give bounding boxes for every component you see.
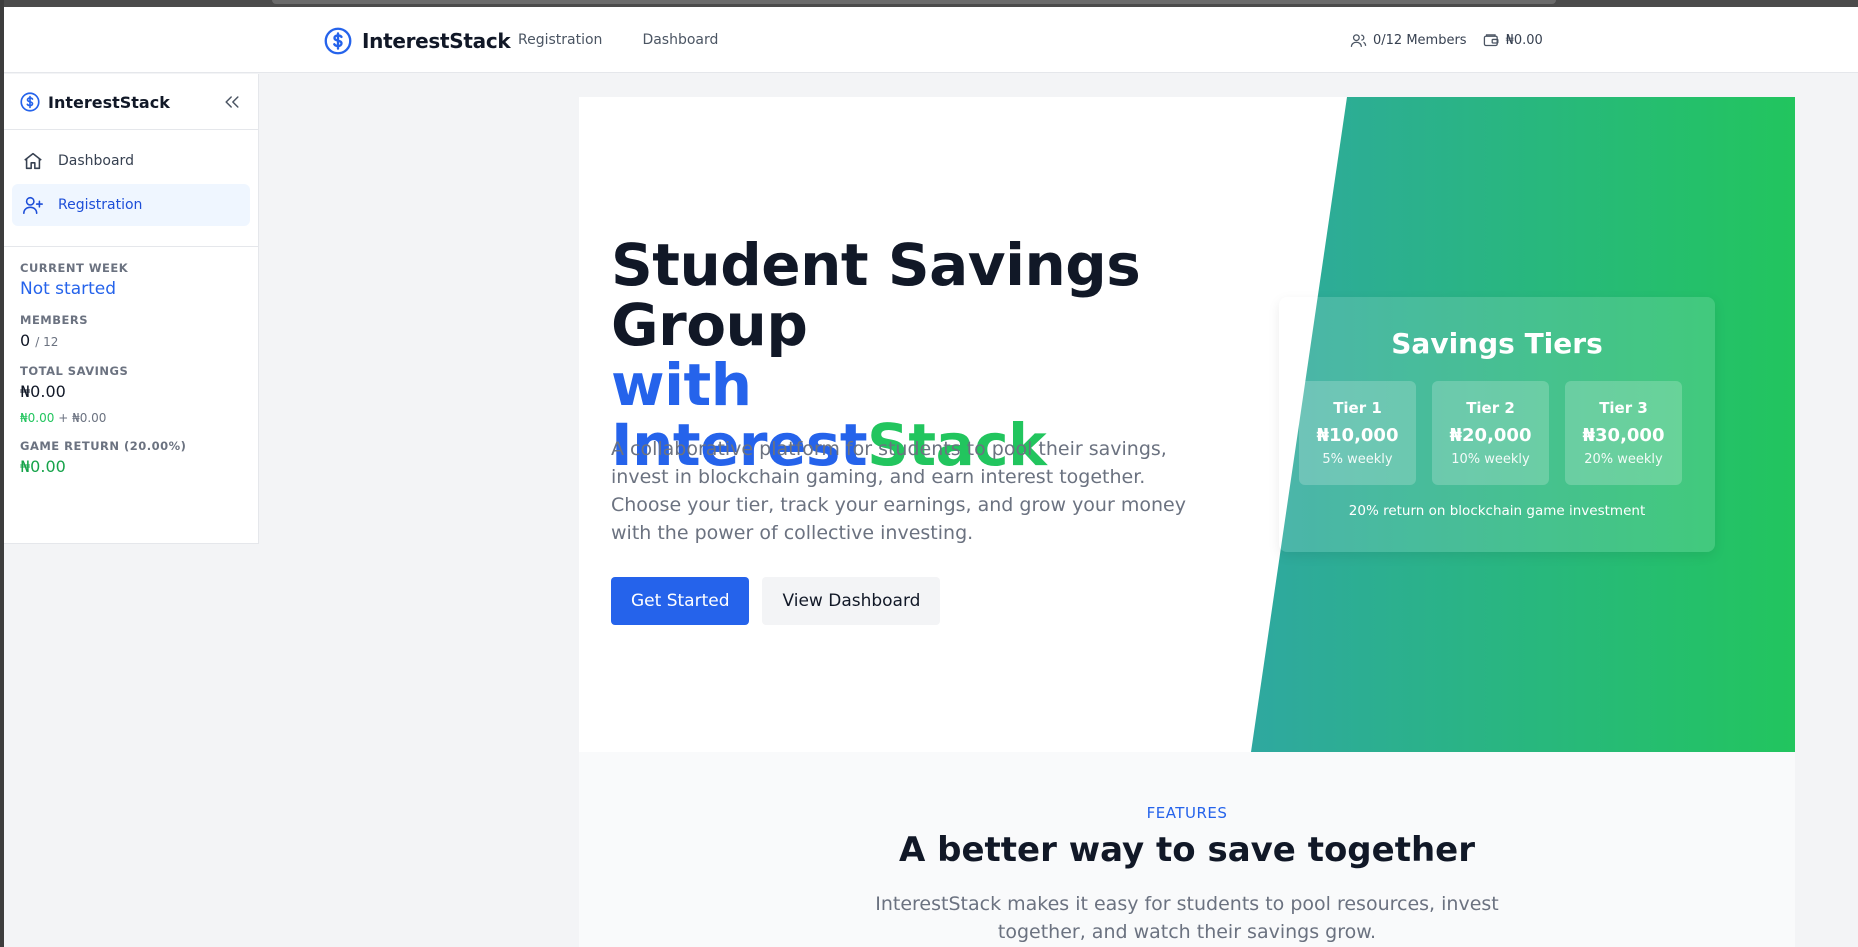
nav-link-registration[interactable]: Registration [518,32,602,48]
savings-part-b: ₦0.00 [72,411,107,425]
tier-card: Tier 3 ₦30,000 20% weekly [1565,381,1682,485]
tier-amount: ₦10,000 [1316,425,1399,446]
stat-label: TOTAL SAVINGS [20,364,129,378]
features-title: A better way to save together [898,830,1475,870]
members-stat: 0/12 Members [1350,32,1467,49]
sidebar-nav: Dashboard Registration [4,130,258,247]
savings-tiers-card: Savings Tiers Tier 1 ₦10,000 5% weekly T… [1279,297,1715,552]
sidebar-item-registration[interactable]: Registration [12,184,250,226]
savings-tiers-title: Savings Tiers [1391,327,1603,360]
tier-rate: 10% weekly [1451,452,1530,467]
balance-stat: ₦0.00 [1483,32,1543,49]
browser-top-strip [0,0,1858,7]
tier-name: Tier 3 [1599,399,1648,417]
members-total: / 12 [35,335,59,349]
sidebar-item-dashboard[interactable]: Dashboard [12,140,250,182]
dollar-circle-icon [324,27,352,55]
browser-tab-strip [272,0,1556,4]
sidebar-stats: CURRENT WEEK Not started MEMBERS 0 / 12 … [4,247,258,504]
tier-amount: ₦20,000 [1449,425,1532,446]
sidebar-item-label: Registration [58,197,143,213]
top-navbar: InterestStack Registration Dashboard 0/1… [4,7,1858,73]
total-savings-value: ₦0.00 [20,382,66,401]
sidebar-header: InterestStack [4,74,258,130]
game-return-stat: GAME RETURN (20.00%) ₦0.00 [20,439,242,476]
tier-rate: 5% weekly [1322,452,1393,467]
dollar-circle-icon [20,92,40,112]
tier-card: Tier 1 ₦10,000 5% weekly [1299,381,1416,485]
savings-breakdown: ₦0.00 + ₦0.00 [20,411,242,425]
sidebar-item-label: Dashboard [58,153,134,169]
hero-title-line1: Student Savings [611,231,1141,299]
nav-link-dashboard[interactable]: Dashboard [642,32,718,48]
tiers-note: 20% return on blockchain game investment [1348,503,1646,519]
navbar-stats: 0/12 Members ₦0.00 [1350,32,1543,49]
home-icon [22,150,44,172]
hero-actions: Get Started View Dashboard [611,577,941,625]
user-plus-icon [22,194,44,216]
total-savings-stat: TOTAL SAVINGS ₦0.00 ₦0.00 + ₦0.00 [20,364,242,425]
collapse-sidebar-icon[interactable] [222,92,242,112]
balance-value: ₦0.00 [1505,33,1543,48]
members-stat: MEMBERS 0 / 12 [20,313,242,350]
wallet-icon [1483,32,1500,49]
users-icon [1350,32,1367,49]
tier-list: Tier 1 ₦10,000 5% weekly Tier 2 ₦20,000 … [1299,381,1682,485]
tier-rate: 20% weekly [1584,452,1663,467]
stat-label: MEMBERS [20,313,89,327]
tier-amount: ₦30,000 [1582,425,1665,446]
features-subtitle: InterestStack makes it easy for students… [875,893,1499,943]
top-nav: Registration Dashboard [518,32,718,48]
features-eyebrow: FEATURES [1146,804,1228,822]
sidebar-brand[interactable]: InterestStack [20,92,170,112]
tier-name: Tier 1 [1333,399,1382,417]
members-value: 0 / 12 [20,331,242,350]
brand-name: InterestStack [362,29,511,53]
game-return-value: ₦0.00 [20,457,66,476]
stat-label: CURRENT WEEK [20,261,129,275]
savings-part-a: ₦0.00 [20,411,55,425]
members-count: 0/12 Members [1373,33,1467,48]
features-section: FEATURES A better way to save together I… [579,752,1795,947]
plus-sign: + [58,411,69,425]
tier-card: Tier 2 ₦20,000 10% weekly [1432,381,1549,485]
current-week-stat: CURRENT WEEK Not started [20,261,242,299]
current-week-value: Not started [20,279,117,299]
sidebar-brand-name: InterestStack [48,92,170,112]
get-started-button[interactable]: Get Started [611,577,750,625]
hero-section: Student Savings Group with InterestStack… [579,97,1795,752]
hero-title-line2: Group [611,291,808,359]
view-dashboard-button[interactable]: View Dashboard [762,577,941,625]
navbar-brand[interactable]: InterestStack [324,27,511,55]
members-count: 0 [20,331,31,350]
tier-name: Tier 2 [1466,399,1515,417]
sidebar: InterestStack Dashboard Registration CUR… [4,74,259,544]
stat-label: GAME RETURN (20.00%) [20,439,187,453]
hero-description: A collaborative platform for students to… [611,438,1186,544]
